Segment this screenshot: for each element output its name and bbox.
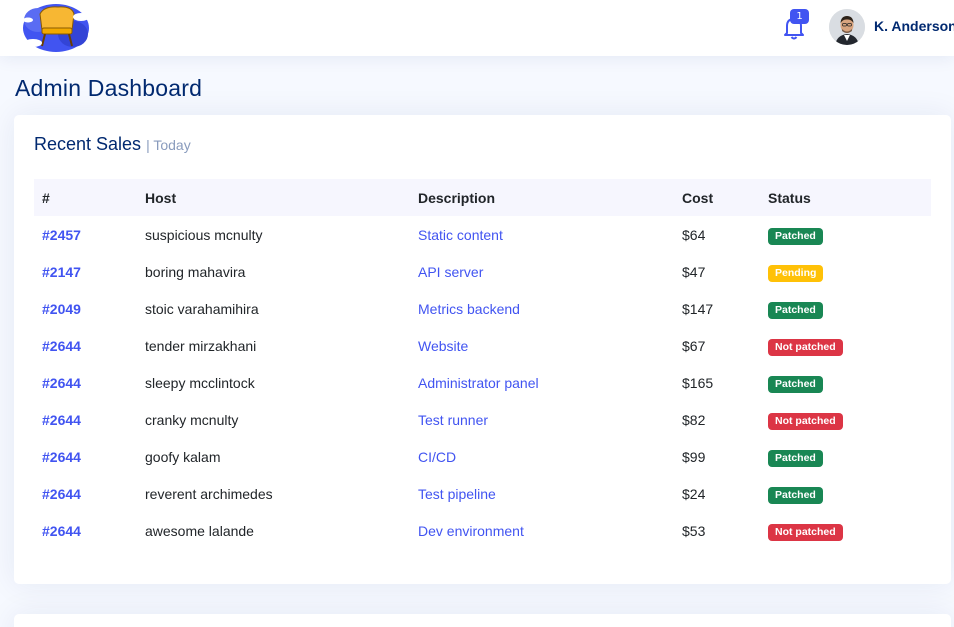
description-link[interactable]: Metrics backend: [418, 301, 520, 317]
card-title-text: Recent Sales: [34, 134, 142, 154]
table-header: # Host Description Cost Status: [34, 179, 931, 216]
order-id-link[interactable]: #2457: [42, 227, 81, 243]
cost-value: $53: [682, 523, 706, 539]
host-name: goofy kalam: [145, 449, 221, 465]
order-id-link[interactable]: #2147: [42, 264, 81, 280]
notification-badge[interactable]: 1: [790, 9, 809, 24]
table-row: #2644 reverent archimedes Test pipeline $24…: [34, 475, 931, 512]
next-card: [14, 614, 951, 627]
column-header-host: Host: [145, 190, 177, 206]
column-header-id: #: [42, 190, 50, 206]
table-row: #2644 goofy kalam CI/CD $99 Patched: [34, 438, 931, 475]
host-name: tender mirzakhani: [145, 338, 257, 354]
order-id-link[interactable]: #2644: [42, 486, 81, 502]
cost-value: $82: [682, 412, 706, 428]
cost-value: $99: [682, 449, 706, 465]
order-id-link[interactable]: #2644: [42, 412, 81, 428]
description-link[interactable]: API server: [418, 264, 483, 280]
host-name: cranky mcnulty: [145, 412, 239, 428]
cost-value: $64: [682, 227, 706, 243]
host-name: awesome lalande: [145, 523, 254, 539]
table-row: #2644 cranky mcnulty Test runner $82 Not pat…: [34, 401, 931, 438]
cost-value: $147: [682, 301, 714, 317]
user-avatar[interactable]: [829, 9, 865, 45]
status-badge: Patched: [768, 376, 823, 393]
table-row: #2147 boring mahavira API server $47 Pending: [34, 253, 931, 290]
order-id-link[interactable]: #2644: [42, 375, 81, 391]
order-id-link[interactable]: #2644: [42, 338, 81, 354]
host-name: suspicious mcnulty: [145, 227, 263, 243]
description-link[interactable]: Dev environment: [418, 523, 524, 539]
table-row: #2644 tender mirzakhani Website $67 Not patc…: [34, 327, 931, 364]
description-link[interactable]: Test pipeline: [418, 486, 496, 502]
page-title: Admin Dashboard: [15, 75, 203, 101]
status-badge: Patched: [768, 228, 823, 245]
recent-sales-card: Recent Sales | Today # Host Description …: [14, 115, 951, 584]
table-row: #2644 sleepy mcclintock Administrator pane…: [34, 364, 931, 401]
top-header: 1 K. Anderson: [0, 0, 954, 56]
column-header-status: Status: [768, 190, 811, 206]
avatar-portrait-icon: [829, 9, 865, 45]
table-row: #2457 suspicious mcnulty Static content $64…: [34, 216, 931, 253]
user-name[interactable]: K. Anderson: [874, 18, 954, 34]
host-name: boring mahavira: [145, 264, 246, 280]
status-badge: Patched: [768, 450, 823, 467]
order-id-link[interactable]: #2049: [42, 301, 81, 317]
description-link[interactable]: CI/CD: [418, 449, 456, 465]
card-title: Recent Sales | Today: [34, 134, 191, 155]
status-badge: Not patched: [768, 339, 843, 356]
card-subtitle: | Today: [146, 137, 191, 153]
description-link[interactable]: Website: [418, 338, 468, 354]
host-name: sleepy mcclintock: [145, 375, 255, 391]
status-badge: Not patched: [768, 524, 843, 541]
cost-value: $24: [682, 486, 706, 502]
status-badge: Patched: [768, 302, 823, 319]
cost-value: $47: [682, 264, 706, 280]
status-badge: Not patched: [768, 413, 843, 430]
table-row: #2644 awesome lalande Dev environment $53 No…: [34, 512, 931, 549]
host-name: stoic varahamihira: [145, 301, 259, 317]
description-link[interactable]: Administrator panel: [418, 375, 539, 391]
order-id-link[interactable]: #2644: [42, 449, 81, 465]
cost-value: $165: [682, 375, 714, 391]
description-link[interactable]: Static content: [418, 227, 503, 243]
status-badge: Patched: [768, 487, 823, 504]
order-id-link[interactable]: #2644: [42, 523, 81, 539]
column-header-cost: Cost: [682, 190, 714, 206]
logo-icon[interactable]: [18, 0, 92, 54]
cost-value: $67: [682, 338, 706, 354]
status-badge: Pending: [768, 265, 824, 282]
description-link[interactable]: Test runner: [418, 412, 488, 428]
table-row: #2049 stoic varahamihira Metrics backend $1…: [34, 290, 931, 327]
column-header-description: Description: [418, 190, 496, 206]
host-name: reverent archimedes: [145, 486, 273, 502]
